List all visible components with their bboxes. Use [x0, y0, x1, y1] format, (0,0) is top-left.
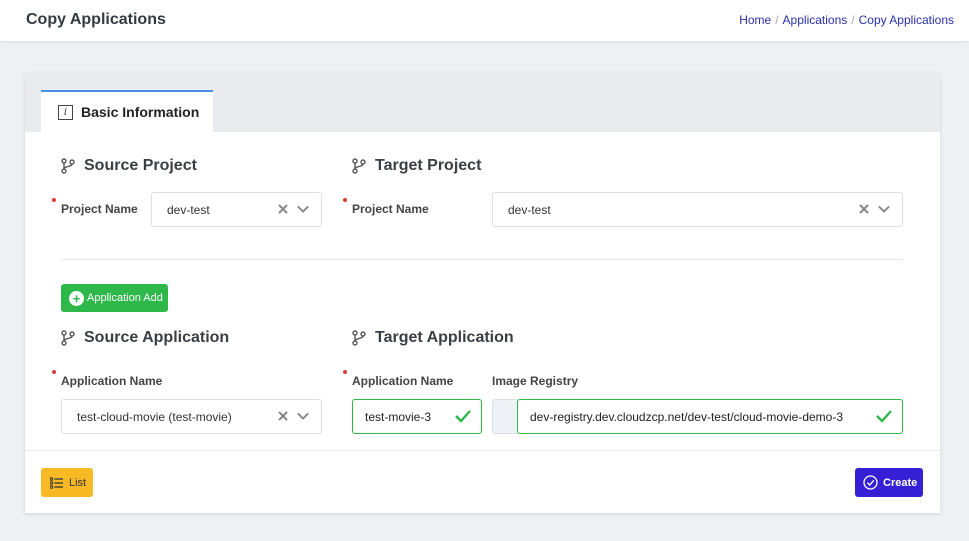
source-application-title: Source Application: [61, 329, 229, 347]
source-project-name-label: Project Name: [61, 202, 138, 216]
tab-bar: i Basic Information: [25, 73, 940, 132]
check-icon: [876, 410, 892, 423]
registry-prefix: [492, 399, 518, 434]
create-button[interactable]: Create: [855, 468, 923, 497]
info-icon: i: [58, 104, 73, 120]
source-project-value: dev-test: [167, 202, 210, 217]
target-project-select[interactable]: dev-test: [492, 192, 903, 227]
source-project-select[interactable]: dev-test: [151, 192, 322, 227]
source-application-title-text: Source Application: [84, 329, 230, 346]
target-project-value: dev-test: [508, 202, 551, 217]
branch-icon: [352, 158, 366, 174]
card-footer: List Create: [25, 450, 940, 513]
tab-label: Basic Information: [81, 104, 200, 120]
plus-circle-icon: +: [69, 290, 84, 306]
source-application-name-label: Application Name: [61, 374, 163, 388]
check-circle-icon: [863, 475, 878, 490]
create-label: Create: [883, 476, 918, 489]
list-label: List: [69, 476, 87, 489]
target-application-title: Target Application: [352, 329, 514, 347]
chevron-down-icon[interactable]: [297, 202, 309, 216]
source-project-title-text: Source Project: [84, 157, 197, 174]
application-add-label: Application Add: [87, 292, 163, 304]
clear-icon[interactable]: [277, 202, 289, 216]
image-registry-input[interactable]: dev-registry.dev.cloudzcp.net/dev-test/c…: [517, 399, 903, 434]
source-application-value: test-cloud-movie (test-movie): [77, 409, 232, 424]
branch-icon: [352, 330, 366, 346]
check-icon: [455, 410, 471, 423]
source-project-title: Source Project: [61, 157, 197, 175]
target-application-title-text: Target Application: [375, 329, 514, 346]
branch-icon: [61, 330, 75, 346]
target-application-name-label: Application Name: [352, 374, 454, 388]
clear-icon[interactable]: [858, 202, 870, 216]
chevron-down-icon[interactable]: [297, 409, 309, 423]
source-application-select[interactable]: test-cloud-movie (test-movie): [61, 399, 322, 434]
top-bar: Copy Applications Home / Applications / Copy…: [0, 0, 969, 41]
image-registry-value: dev-registry.dev.cloudzcp.net/dev-test/c…: [530, 409, 844, 424]
list-icon: [50, 476, 63, 489]
target-project-name-label: Project Name: [352, 202, 429, 216]
section-divider: [61, 259, 903, 260]
required-marker: [52, 370, 56, 374]
breadcrumb: Home / Applications / Copy Applications: [739, 13, 954, 27]
application-add-button[interactable]: + Application Add: [61, 284, 168, 312]
target-project-title: Target Project: [352, 157, 481, 175]
target-project-title-text: Target Project: [375, 157, 482, 174]
breadcrumb-copy-applications[interactable]: Copy Applications: [859, 13, 954, 27]
target-application-name-value: test-movie-3: [365, 409, 432, 424]
target-application-name-input[interactable]: test-movie-3: [352, 399, 482, 434]
required-marker: [52, 198, 56, 202]
copy-form-card: i Basic Information Source Project Proje…: [25, 73, 940, 513]
page-title: Copy Applications: [26, 11, 166, 28]
required-marker: [343, 198, 347, 202]
list-button[interactable]: List: [41, 468, 93, 497]
breadcrumb-applications[interactable]: Applications: [783, 13, 848, 27]
breadcrumb-home[interactable]: Home: [739, 13, 771, 27]
branch-icon: [61, 158, 75, 174]
chevron-down-icon[interactable]: [878, 202, 890, 216]
clear-icon[interactable]: [277, 409, 289, 423]
required-marker: [343, 370, 347, 374]
tab-basic-information[interactable]: i Basic Information: [41, 90, 213, 132]
image-registry-label: Image Registry: [492, 374, 579, 388]
